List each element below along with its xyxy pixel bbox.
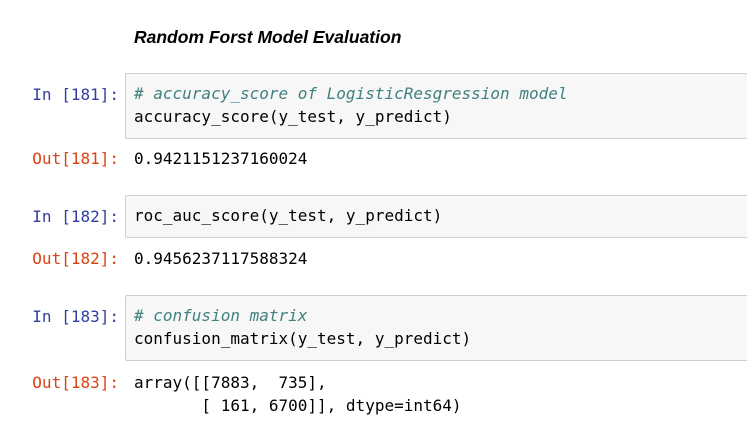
out-prompt-182: Out[182]: <box>32 249 119 268</box>
out-prompt-181: Out[181]: <box>32 149 119 168</box>
code-line: roc_auc_score(y_test, y_predict) <box>134 206 443 225</box>
code-comment-line: # confusion matrix <box>134 306 308 325</box>
in-prompt-183: In [183]: <box>32 307 119 326</box>
code-input-181[interactable]: # accuracy_score of LogisticResgression … <box>125 73 747 139</box>
code-input-182[interactable]: roc_auc_score(y_test, y_predict) <box>125 195 747 238</box>
code-line: accuracy_score(y_test, y_predict) <box>134 107 452 126</box>
code-comment-line: # accuracy_score of LogisticResgression … <box>134 84 568 103</box>
output-text-183-line-2: [ 161, 6700]], dtype=int64) <box>134 396 462 415</box>
in-prompt-182: In [182]: <box>32 207 119 226</box>
code-input-183[interactable]: # confusion matrix confusion_matrix(y_te… <box>125 295 747 361</box>
output-text-182: 0.9456237117588324 <box>134 249 308 268</box>
out-prompt-183: Out[183]: <box>32 373 119 392</box>
output-text-183-line-1: array([[7883, 735], <box>134 373 327 392</box>
markdown-heading: Random Forst Model Evaluation <box>134 27 402 47</box>
output-text-181: 0.9421151237160024 <box>134 149 308 168</box>
code-line: confusion_matrix(y_test, y_predict) <box>134 329 472 348</box>
in-prompt-181: In [181]: <box>32 85 119 104</box>
